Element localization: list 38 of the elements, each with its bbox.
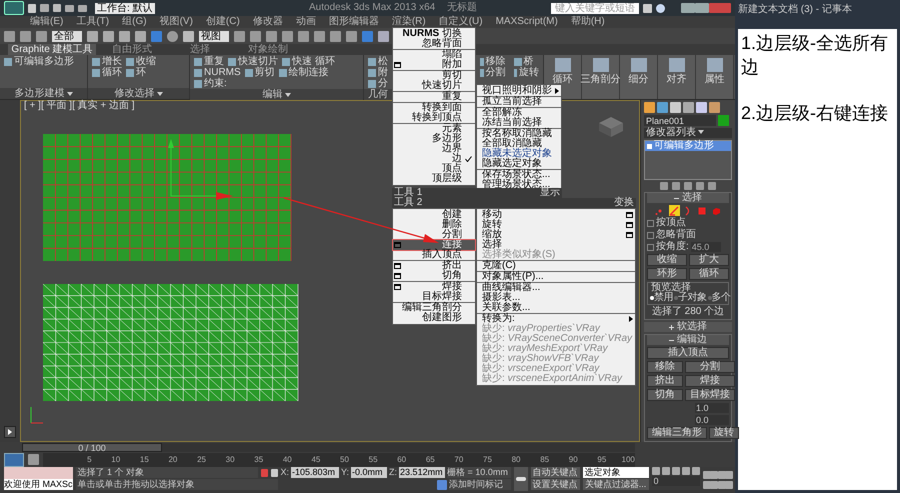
quad-menu-header: 工具 2 变换 <box>392 198 636 208</box>
coordinate-label: Z: <box>389 467 398 478</box>
group-title: 预览选择 <box>650 283 691 293</box>
document-name: 无标题 <box>447 3 478 13</box>
frame-tick-label: 40 <box>282 454 292 466</box>
frame-tick-label: 5 <box>86 454 92 466</box>
note-line: 1.边层级-全选所有边 <box>741 32 890 79</box>
frame-tick-label: 25 <box>196 454 206 466</box>
coordinate-label: X: <box>280 467 290 478</box>
grid-size-field: 栅格 = 10.0mm <box>447 467 512 478</box>
frame-tick-label: 70 <box>453 454 464 466</box>
frame-tick-label: 95 <box>596 454 606 466</box>
prompt-text: 单击或单击并拖动以选择对象 <box>76 479 278 490</box>
frame-tick-label: 65 <box>424 454 435 466</box>
frame-tick-label: 55 <box>368 454 378 466</box>
checkbox-label: 按顶点 <box>656 218 686 228</box>
frame-tick-label: 60 <box>396 454 406 466</box>
frame-tick-label: 50 <box>339 454 349 466</box>
note-line: 2.边层级-右键连接 <box>741 102 890 125</box>
quad-menu-header: 工具 1 显示 <box>392 188 562 198</box>
selection-count-text: 选择了 280 个边 <box>650 307 726 317</box>
frame-tick-label: 10 <box>110 454 120 466</box>
coordinate-label: Y: <box>341 467 350 478</box>
notepad-title: 新建文本文档 (3) - 记事本 <box>738 3 853 17</box>
frame-tick-label: 100 <box>620 454 635 466</box>
frame-tick-label: 45 <box>310 454 320 466</box>
frame-tick-label: 90 <box>568 454 578 466</box>
frame-tick-label: 15 <box>138 454 149 466</box>
checkbox-label: 忽略背面 <box>656 230 696 240</box>
frame-tick-label: 35 <box>253 454 264 466</box>
frame-tick-label: 30 <box>224 454 235 466</box>
frame-tick-label: 20 <box>167 454 178 466</box>
frame-tick-label: 80 <box>510 454 520 466</box>
checkbox-label: 按角度: <box>656 242 689 252</box>
frame-tick-label: 85 <box>539 454 550 466</box>
frame-tick-label: 75 <box>482 454 492 466</box>
selection-status-field: 选择了 1 个 对象 <box>76 467 258 478</box>
window-title: Autodesk 3ds Max 2013 x64 <box>309 3 436 13</box>
